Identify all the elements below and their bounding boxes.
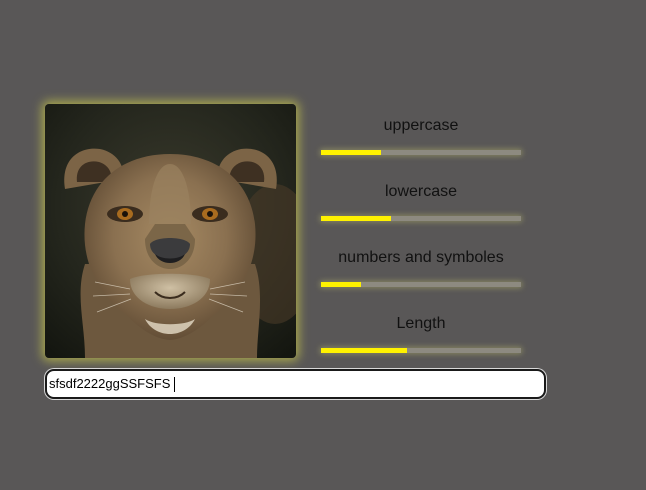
metric-label: uppercase [383, 117, 459, 134]
password-strength-meters: uppercase lowercase numbers and symboles… [0, 0, 646, 490]
metric-track [321, 282, 521, 287]
metric-label: lowercase [384, 183, 458, 200]
metric-fill [321, 282, 361, 287]
password-input[interactable] [49, 374, 529, 394]
metric-fill [321, 348, 407, 353]
password-field[interactable] [45, 369, 546, 399]
metric-fill [321, 150, 381, 155]
metric-track [321, 216, 521, 221]
metric-fill [321, 216, 391, 221]
metric-label: numbers and symboles [338, 249, 504, 266]
metric-track [321, 150, 521, 155]
text-caret [174, 377, 175, 392]
metric-label: Length [396, 315, 446, 332]
metric-track [321, 348, 521, 353]
